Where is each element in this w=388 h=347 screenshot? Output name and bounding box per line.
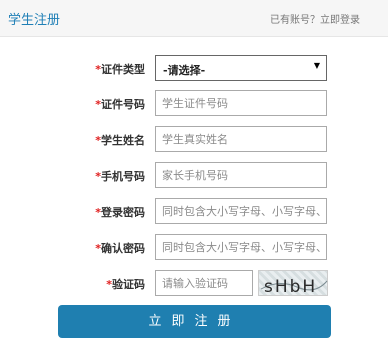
student-name-label: *学生姓名 bbox=[95, 134, 145, 147]
phone-row: *手机号码 bbox=[0, 162, 388, 190]
confirm-password-label: *确认密码 bbox=[95, 242, 145, 255]
id-number-row: *证件号码 bbox=[0, 90, 388, 118]
captcha-graphic: sHbH bbox=[260, 277, 328, 297]
page-header: 学生注册 已有账号？立即登录 bbox=[0, 0, 388, 37]
id-number-label: *证件号码 bbox=[95, 98, 145, 111]
phone-input[interactable] bbox=[155, 162, 327, 188]
register-submit-button[interactable]: 立即注册 bbox=[58, 305, 331, 338]
confirm-password-row: *确认密码 bbox=[0, 234, 388, 262]
captcha-text: sHbH bbox=[264, 277, 317, 297]
student-name-input[interactable] bbox=[155, 126, 327, 152]
id-type-select[interactable]: -请选择- ▼ bbox=[155, 55, 327, 81]
id-number-input[interactable] bbox=[155, 90, 327, 116]
dropdown-arrow-icon: ▼ bbox=[313, 61, 320, 70]
phone-label: *手机号码 bbox=[95, 170, 145, 183]
captcha-label: *验证码 bbox=[106, 278, 145, 291]
register-page: 学生注册 已有账号？立即登录 *证件类型 -请选择- ▼ *证件号码 *学生姓名… bbox=[0, 0, 388, 347]
confirm-password-input[interactable] bbox=[155, 234, 327, 260]
captcha-input[interactable] bbox=[155, 270, 253, 296]
id-type-row: *证件类型 -请选择- ▼ bbox=[0, 55, 388, 83]
login-link[interactable]: 已有账号？立即登录 bbox=[270, 11, 360, 26]
captcha-image[interactable]: sHbH bbox=[258, 270, 328, 297]
password-input[interactable] bbox=[155, 198, 327, 224]
id-type-selected-value: -请选择- bbox=[163, 64, 206, 77]
page-title: 学生注册 bbox=[8, 13, 61, 28]
captcha-row: *验证码 sHbH bbox=[0, 270, 388, 298]
student-name-row: *学生姓名 bbox=[0, 126, 388, 154]
id-type-label: *证件类型 bbox=[95, 63, 145, 76]
password-row: *登录密码 bbox=[0, 198, 388, 226]
password-label: *登录密码 bbox=[95, 206, 145, 219]
